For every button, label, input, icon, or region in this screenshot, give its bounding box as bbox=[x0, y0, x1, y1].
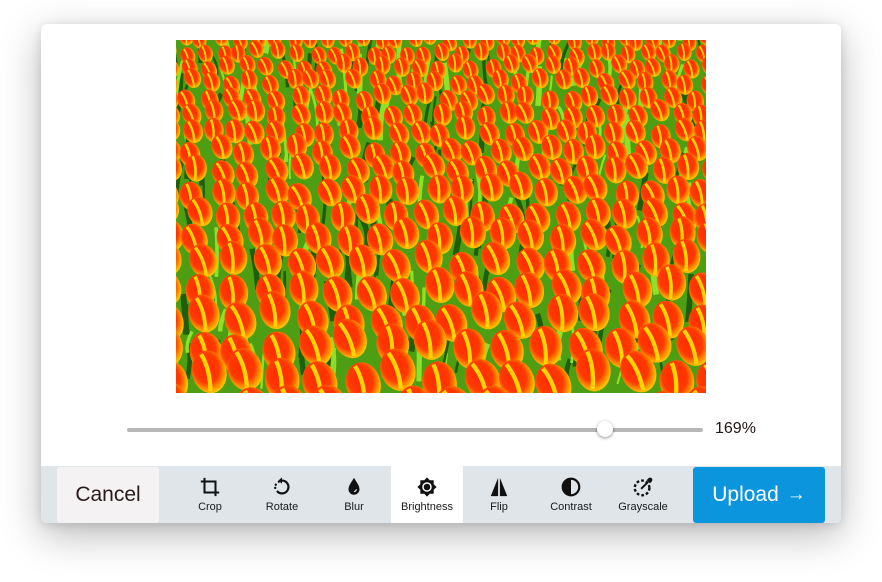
zoom-control: 169% bbox=[127, 418, 827, 442]
brightness-icon bbox=[416, 476, 438, 498]
image-preview[interactable] bbox=[176, 40, 706, 393]
contrast-icon bbox=[560, 476, 582, 498]
eyedropper-icon bbox=[632, 476, 654, 498]
crop-icon bbox=[199, 476, 221, 498]
editor-toolbar: Cancel Crop Rotate Blur Brightness Flip … bbox=[41, 466, 841, 523]
tool-contrast[interactable]: Contrast bbox=[535, 466, 607, 523]
upload-button[interactable]: Upload → bbox=[693, 467, 825, 523]
tool-label: Grayscale bbox=[618, 501, 668, 513]
tool-rotate[interactable]: Rotate bbox=[246, 466, 318, 523]
tool-label: Contrast bbox=[550, 501, 592, 513]
zoom-slider-thumb[interactable] bbox=[597, 421, 614, 437]
arrow-right-icon: → bbox=[786, 484, 806, 505]
tulip-photo bbox=[176, 40, 706, 393]
drop-icon bbox=[343, 476, 365, 498]
zoom-slider-track[interactable] bbox=[127, 428, 703, 432]
tool-label: Flip bbox=[490, 501, 508, 513]
flip-icon bbox=[488, 476, 510, 498]
upload-label: Upload bbox=[712, 483, 779, 506]
tool-label: Rotate bbox=[265, 501, 299, 513]
image-editor-dialog: 169% Cancel Crop Rotate Blur Brightness … bbox=[41, 24, 841, 523]
tool-label: Crop bbox=[198, 501, 222, 513]
cancel-button[interactable]: Cancel bbox=[57, 467, 159, 523]
tool-crop[interactable]: Crop bbox=[174, 466, 246, 523]
tool-brightness[interactable]: Brightness bbox=[391, 466, 463, 523]
tool-blur[interactable]: Blur bbox=[318, 466, 390, 523]
tool-label: Brightness bbox=[401, 501, 453, 513]
rotate-icon bbox=[271, 476, 293, 498]
tool-flip[interactable]: Flip bbox=[463, 466, 535, 523]
tool-label: Blur bbox=[344, 501, 364, 513]
tool-grayscale[interactable]: Grayscale bbox=[607, 466, 679, 523]
zoom-value: 169% bbox=[715, 420, 756, 437]
